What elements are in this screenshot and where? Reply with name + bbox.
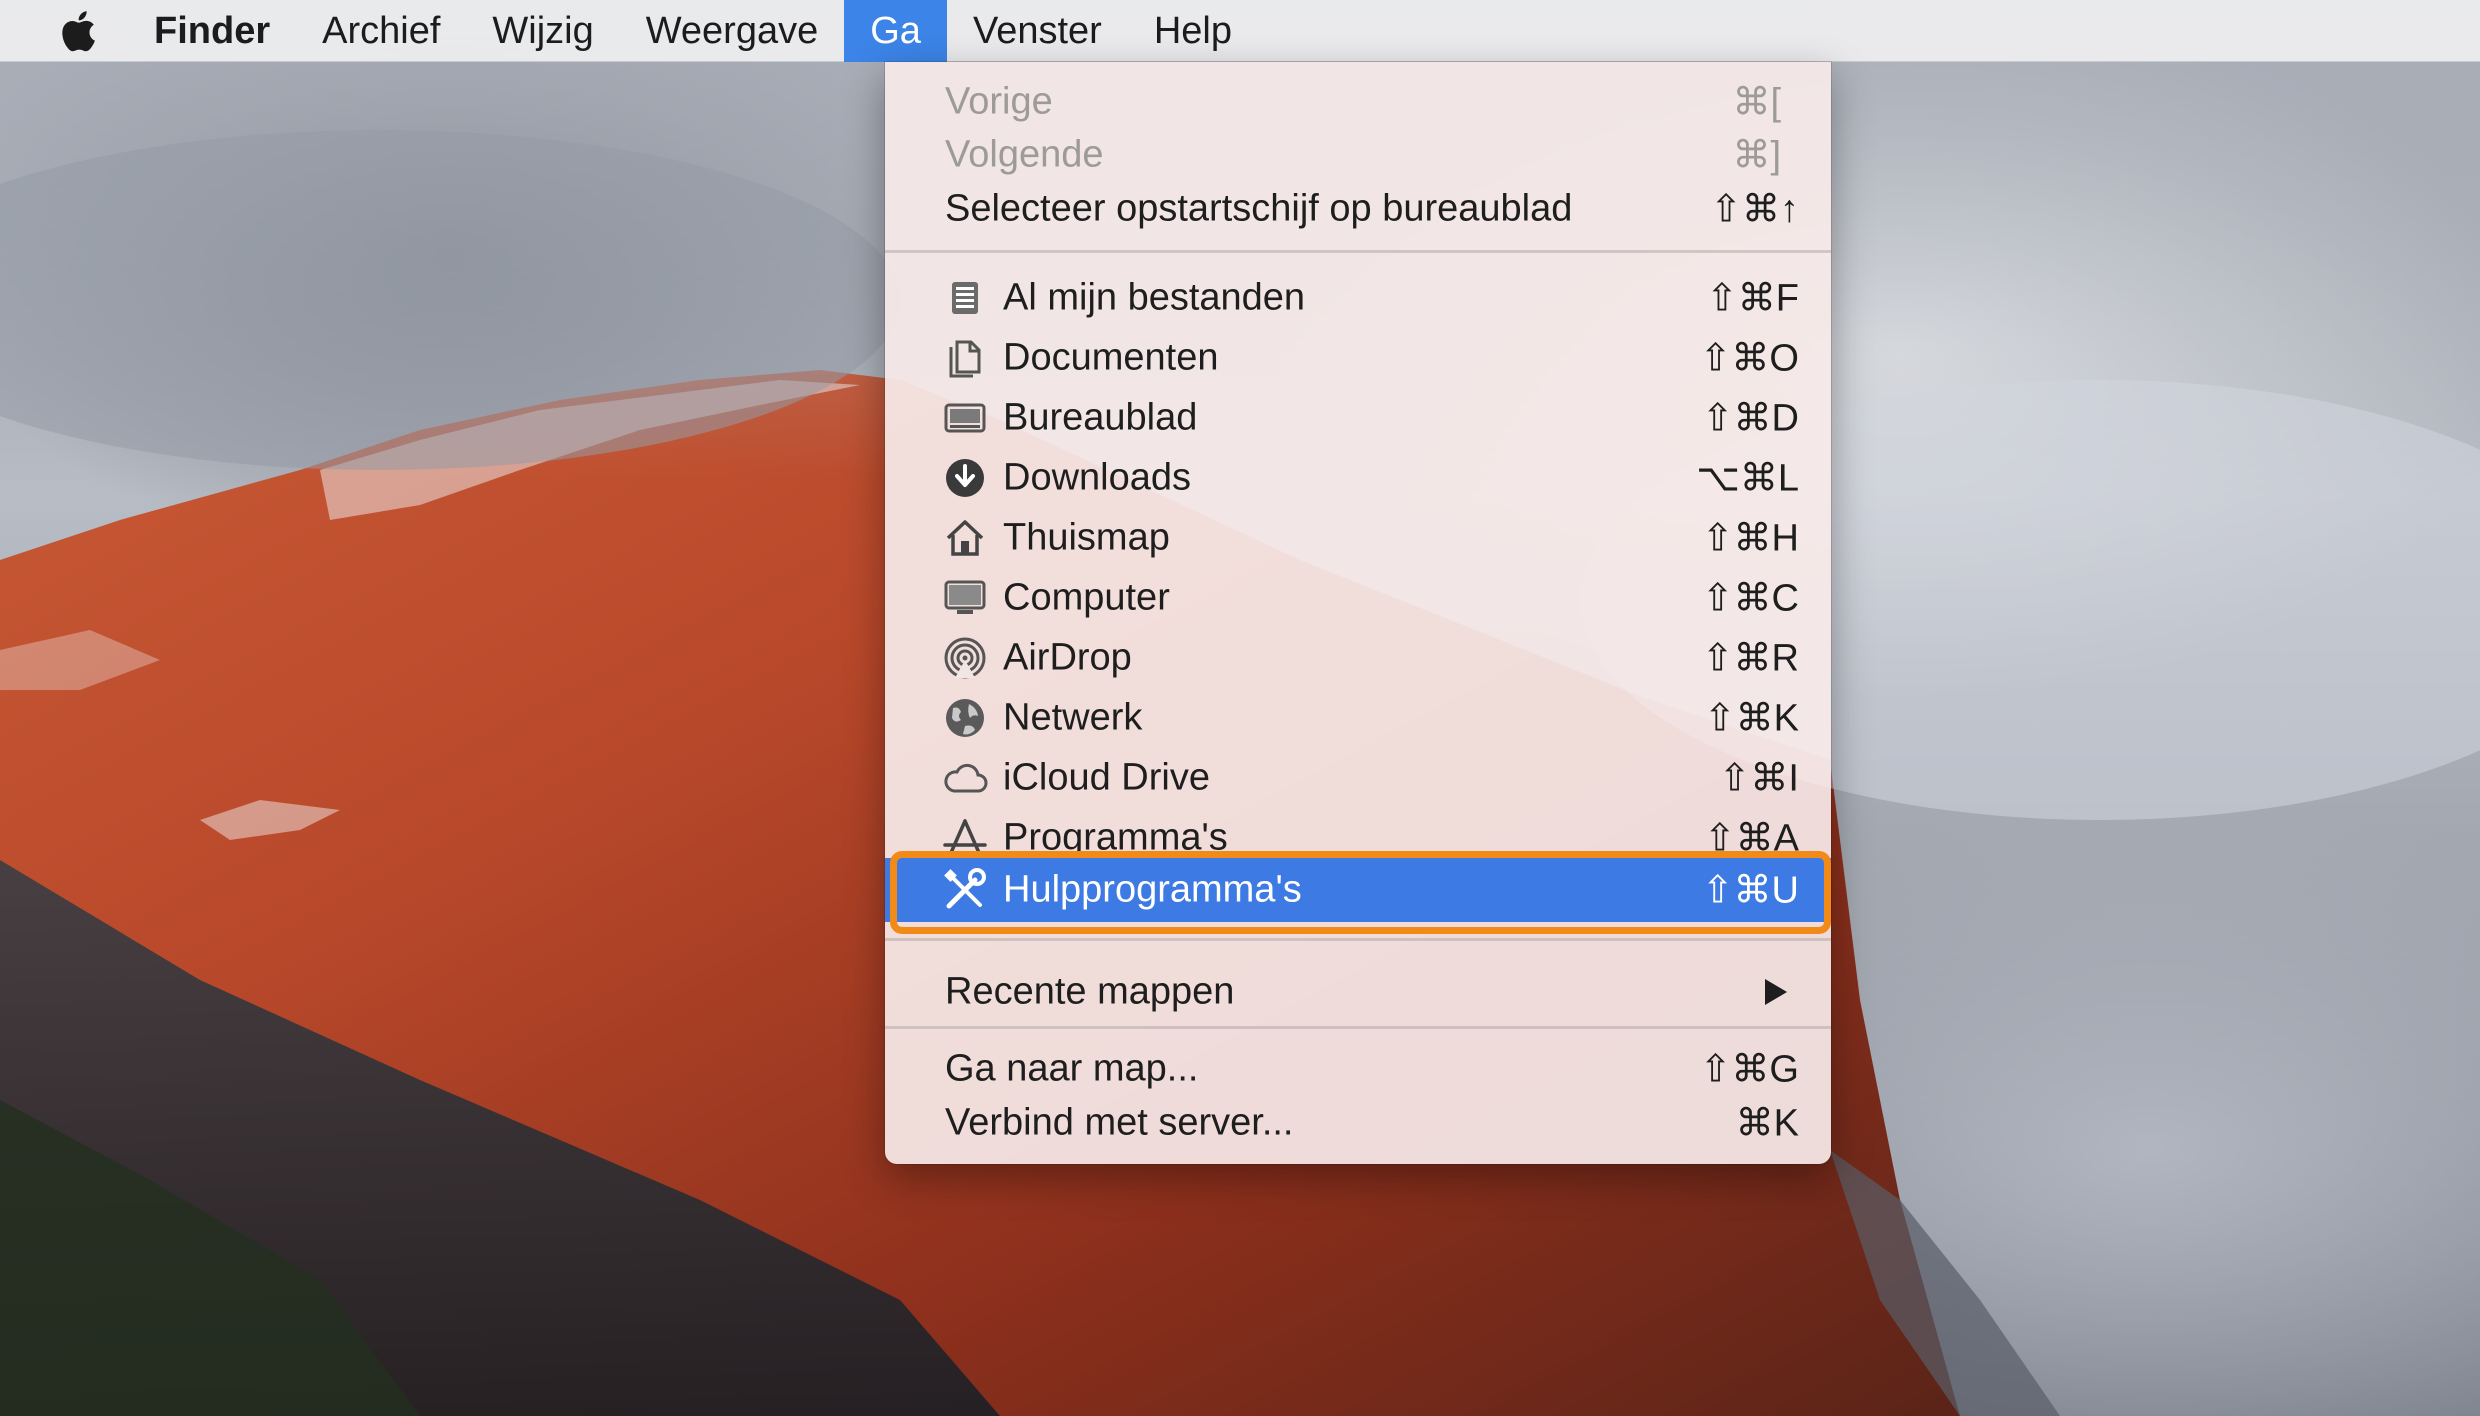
menu-item-shortcut: ⇧⌘↑ (1710, 188, 1799, 231)
menu-weergave[interactable]: Weergave (620, 0, 845, 62)
menu-item-shortcut: ⌘] (1732, 134, 1781, 177)
menu-item-label: Ga naar map... (945, 1047, 1199, 1090)
menu-item-shortcut: ⌥⌘L (1696, 457, 1799, 500)
menu-item-volgende: Volgende ⌘] (885, 128, 1831, 182)
menu-item-icloud-drive[interactable]: iCloud Drive ⇧⌘I (885, 748, 1831, 808)
menu-item-downloads[interactable]: Downloads ⌥⌘L (885, 448, 1831, 508)
menu-item-label: Hulpprogramma's (1003, 868, 1302, 911)
menu-item-shortcut: ⇧⌘D (1701, 397, 1799, 440)
menu-item-documents[interactable]: Documenten ⇧⌘O (885, 328, 1831, 388)
menu-finder[interactable]: Finder (154, 0, 296, 62)
menu-item-shortcut: ⇧⌘R (1701, 637, 1799, 680)
applications-icon (942, 815, 988, 861)
menu-item-utilities[interactable]: Hulpprogramma's ⇧⌘U (885, 858, 1831, 922)
menu-item-label: Volgende (945, 133, 1104, 176)
menu-help[interactable]: Help (1128, 0, 1258, 62)
menu-item-network[interactable]: Netwerk ⇧⌘K (885, 688, 1831, 748)
home-icon (942, 515, 988, 561)
menu-item-shortcut: ⇧⌘F (1705, 277, 1799, 320)
computer-icon (942, 575, 988, 621)
menu-separator (885, 938, 1831, 941)
menu-item-shortcut: ⌘K (1735, 1102, 1799, 1145)
menu-item-label: Netwerk (1003, 696, 1143, 739)
menu-item-label: AirDrop (1003, 636, 1132, 679)
airdrop-icon (942, 635, 988, 681)
menu-ga[interactable]: Ga (844, 0, 947, 62)
menu-item-shortcut: ⌘[ (1732, 81, 1781, 124)
menu-item-connect-to-server[interactable]: Verbind met server... ⌘K (885, 1096, 1831, 1150)
menu-item-shortcut: ⇧⌘K (1703, 697, 1799, 740)
menu-item-recent-folders[interactable]: Recente mappen (885, 952, 1831, 1032)
menu-venster[interactable]: Venster (947, 0, 1128, 62)
menu-item-shortcut: ⇧⌘A (1703, 817, 1799, 860)
menu-bar: Finder Archief Wijzig Weergave Ga Venste… (0, 0, 2480, 62)
menu-item-shortcut: ⇧⌘I (1718, 757, 1799, 800)
menu-item-label: Al mijn bestanden (1003, 276, 1306, 319)
menu-item-label: Downloads (1003, 456, 1191, 499)
utilities-icon (942, 867, 988, 913)
menu-item-desktop[interactable]: Bureaublad ⇧⌘D (885, 388, 1831, 448)
apple-menu-icon[interactable] (56, 6, 100, 56)
menu-item-label: Computer (1003, 576, 1170, 619)
menu-item-label: Thuismap (1003, 516, 1170, 559)
menu-item-all-files[interactable]: Al mijn bestanden ⇧⌘F (885, 268, 1831, 328)
menu-wijzig[interactable]: Wijzig (466, 0, 619, 62)
all-files-icon (942, 275, 988, 321)
menu-item-shortcut: ⇧⌘G (1699, 1048, 1799, 1091)
menu-item-label: Bureaublad (1003, 396, 1198, 439)
submenu-arrow-icon (1765, 979, 1787, 1005)
menu-item-label: Recente mappen (945, 970, 1235, 1013)
menu-item-vorige: Vorige ⌘[ (885, 76, 1831, 128)
menu-item-select-startup-disk[interactable]: Selecteer opstartschijf op bureaublad ⇧⌘… (885, 182, 1831, 236)
menu-item-label: Selecteer opstartschijf op bureaublad (945, 187, 1573, 230)
menu-item-shortcut: ⇧⌘C (1701, 577, 1799, 620)
menu-item-label: Documenten (1003, 336, 1219, 379)
documents-icon (942, 335, 988, 381)
desktop-icon (942, 395, 988, 441)
menu-item-label: Verbind met server... (945, 1101, 1294, 1144)
menu-item-shortcut: ⇧⌘O (1699, 337, 1799, 380)
menu-item-shortcut: ⇧⌘U (1701, 869, 1799, 912)
icloud-icon (942, 755, 988, 801)
menu-archief[interactable]: Archief (296, 0, 466, 62)
downloads-icon (942, 455, 988, 501)
menu-item-label: iCloud Drive (1003, 756, 1210, 799)
menu-separator (885, 250, 1831, 253)
go-menu-dropdown: Vorige ⌘[ Volgende ⌘] Selecteer opstarts… (885, 62, 1831, 1164)
menu-item-label: Programma's (1003, 816, 1228, 859)
menu-item-go-to-folder[interactable]: Ga naar map... ⇧⌘G (885, 1042, 1831, 1096)
menu-item-computer[interactable]: Computer ⇧⌘C (885, 568, 1831, 628)
menu-item-label: Vorige (945, 80, 1053, 123)
menu-item-shortcut: ⇧⌘H (1701, 517, 1799, 560)
menu-item-home[interactable]: Thuismap ⇧⌘H (885, 508, 1831, 568)
menu-item-airdrop[interactable]: AirDrop ⇧⌘R (885, 628, 1831, 688)
menu-separator (885, 1026, 1831, 1029)
network-icon (942, 695, 988, 741)
